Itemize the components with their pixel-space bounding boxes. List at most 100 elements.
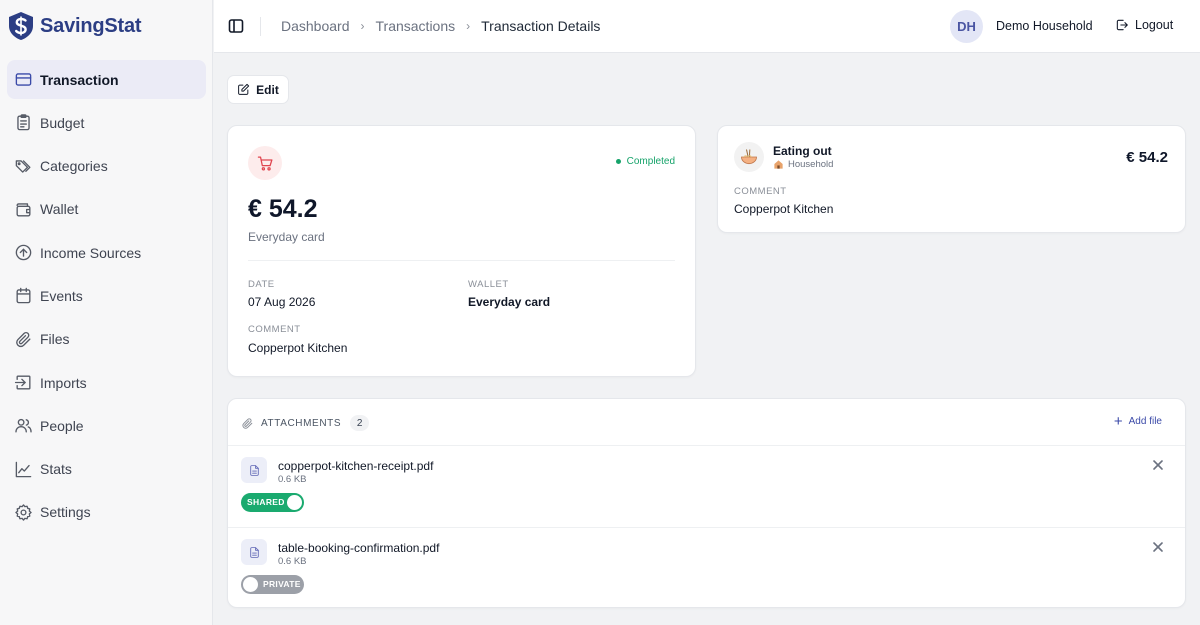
paperclip-icon bbox=[242, 417, 253, 429]
attachment-row: table-booking-confirmation.pdf 0.6 KB PR… bbox=[228, 528, 1185, 608]
category-amount: € 54.2 bbox=[1126, 149, 1168, 166]
paperclip-icon bbox=[13, 329, 34, 350]
divider bbox=[248, 260, 675, 261]
wallet-value: Everyday card bbox=[468, 295, 551, 309]
noodle-bowl-icon bbox=[734, 142, 764, 172]
toggle-knob bbox=[287, 495, 302, 510]
category-group-label: Household bbox=[788, 159, 834, 170]
attachments-card: ATTACHMENTS 2 + Add file copperpot-kitch… bbox=[227, 398, 1186, 608]
sidebar-item-settings[interactable]: Settings bbox=[7, 493, 206, 532]
wallet-icon bbox=[13, 199, 34, 220]
sidebar-item-label: Wallet bbox=[40, 201, 79, 218]
logout-button[interactable]: Logout bbox=[1115, 18, 1173, 32]
sidebar-nav: Transaction Budget Categories Wallet Inc… bbox=[7, 60, 206, 536]
category-card: Eating out Household € 54.2 COMMENT Copp… bbox=[717, 125, 1186, 233]
add-file-button[interactable]: + Add file bbox=[1114, 414, 1162, 429]
comment-label: COMMENT bbox=[248, 324, 301, 335]
sidebar: SavingStat Transaction Budget Categories… bbox=[0, 0, 213, 625]
breadcrumb-transactions[interactable]: Transactions bbox=[376, 18, 456, 34]
users-icon bbox=[13, 415, 34, 436]
house-icon bbox=[774, 160, 783, 169]
sidebar-item-label: Imports bbox=[40, 374, 87, 391]
category-name: Eating out bbox=[773, 144, 832, 158]
date-value: 07 Aug 2026 bbox=[248, 295, 316, 309]
sidebar-item-categories[interactable]: Categories bbox=[7, 147, 206, 186]
logout-label: Logout bbox=[1135, 18, 1174, 32]
avatar[interactable]: DH bbox=[950, 10, 983, 43]
edit-icon bbox=[238, 83, 250, 95]
sidebar-item-files[interactable]: Files bbox=[7, 320, 206, 359]
chevron-right-icon: › bbox=[466, 19, 471, 33]
sidebar-item-wallet[interactable]: Wallet bbox=[7, 190, 206, 229]
file-document-icon bbox=[241, 539, 267, 565]
sidebar-item-stats[interactable]: Stats bbox=[7, 450, 206, 489]
comment-value: Copperpot Kitchen bbox=[248, 341, 348, 355]
tags-icon bbox=[13, 156, 34, 177]
credit-card-icon bbox=[13, 69, 34, 90]
app-name: SavingStat bbox=[40, 14, 142, 37]
edit-button[interactable]: Edit bbox=[227, 75, 289, 104]
sidebar-item-people[interactable]: People bbox=[7, 406, 206, 445]
visibility-toggle[interactable]: SHARED bbox=[241, 493, 304, 512]
attachment-row: copperpot-kitchen-receipt.pdf 0.6 KB SHA… bbox=[228, 446, 1185, 526]
transaction-wallet-subtitle: Everyday card bbox=[248, 230, 325, 244]
import-icon bbox=[13, 372, 34, 393]
remove-attachment-icon[interactable] bbox=[1152, 458, 1164, 470]
attachment-name[interactable]: table-booking-confirmation.pdf bbox=[278, 541, 439, 555]
divider bbox=[260, 17, 261, 36]
sidebar-item-income-sources[interactable]: Income Sources bbox=[7, 233, 206, 272]
toggle-knob bbox=[243, 577, 258, 592]
sidebar-item-budget[interactable]: Budget bbox=[7, 103, 206, 142]
sidebar-toggle-icon[interactable] bbox=[228, 17, 244, 35]
edit-label: Edit bbox=[256, 82, 279, 97]
sidebar-item-label: Income Sources bbox=[40, 244, 142, 261]
status-dot bbox=[615, 159, 621, 164]
breadcrumb-current: Transaction Details bbox=[481, 18, 601, 34]
add-file-label: Add file bbox=[1128, 416, 1162, 427]
logout-icon bbox=[1116, 19, 1128, 31]
status-badge: Completed bbox=[615, 156, 675, 167]
visibility-label: SHARED bbox=[247, 497, 285, 507]
sidebar-item-label: Events bbox=[40, 287, 83, 304]
attachments-count-badge: 2 bbox=[350, 415, 370, 431]
comment-label: COMMENT bbox=[734, 186, 787, 197]
sidebar-item-transaction[interactable]: Transaction bbox=[7, 60, 206, 99]
wallet-label: WALLET bbox=[468, 279, 509, 290]
clipboard-icon bbox=[13, 112, 34, 133]
status-text: Completed bbox=[626, 156, 675, 167]
sidebar-item-label: Budget bbox=[40, 114, 85, 131]
breadcrumb: Dashboard › Transactions › Transaction D… bbox=[281, 18, 600, 34]
attachments-title: ATTACHMENTS bbox=[261, 417, 342, 429]
date-label: DATE bbox=[248, 279, 275, 290]
attachments-header: ATTACHMENTS 2 bbox=[241, 415, 370, 431]
visibility-label: PRIVATE bbox=[263, 579, 301, 589]
sidebar-item-imports[interactable]: Imports bbox=[7, 363, 206, 402]
sidebar-item-label: Transaction bbox=[40, 71, 119, 88]
chart-line-icon bbox=[13, 459, 34, 480]
category-group: Household bbox=[773, 159, 833, 170]
comment-value: Copperpot Kitchen bbox=[734, 202, 834, 216]
household-name[interactable]: Demo Household bbox=[996, 19, 1093, 33]
chevron-right-icon: › bbox=[360, 19, 365, 33]
gear-icon bbox=[13, 502, 34, 523]
transaction-card: Completed € 54.2 Everyday card DATE 07 A… bbox=[227, 125, 696, 377]
sidebar-item-label: Files bbox=[40, 331, 70, 348]
calendar-icon bbox=[13, 285, 34, 306]
top-bar: Dashboard › Transactions › Transaction D… bbox=[214, 0, 1200, 53]
savingstat-logo-icon bbox=[9, 12, 33, 40]
attachment-size: 0.6 KB bbox=[278, 474, 307, 485]
attachment-size: 0.6 KB bbox=[278, 556, 307, 567]
breadcrumb-dashboard[interactable]: Dashboard bbox=[281, 18, 350, 34]
transaction-amount: € 54.2 bbox=[248, 195, 318, 223]
sidebar-item-label: People bbox=[40, 417, 84, 434]
sidebar-item-label: Stats bbox=[40, 461, 72, 478]
file-document-icon bbox=[241, 457, 267, 483]
remove-attachment-icon[interactable] bbox=[1152, 540, 1164, 552]
attachment-name[interactable]: copperpot-kitchen-receipt.pdf bbox=[278, 459, 433, 473]
sidebar-item-events[interactable]: Events bbox=[7, 276, 206, 315]
visibility-toggle[interactable]: PRIVATE bbox=[241, 575, 304, 594]
sidebar-item-label: Categories bbox=[40, 158, 108, 175]
brand[interactable]: SavingStat bbox=[7, 11, 142, 41]
sidebar-item-label: Settings bbox=[40, 504, 91, 521]
shopping-cart-icon bbox=[248, 146, 282, 180]
